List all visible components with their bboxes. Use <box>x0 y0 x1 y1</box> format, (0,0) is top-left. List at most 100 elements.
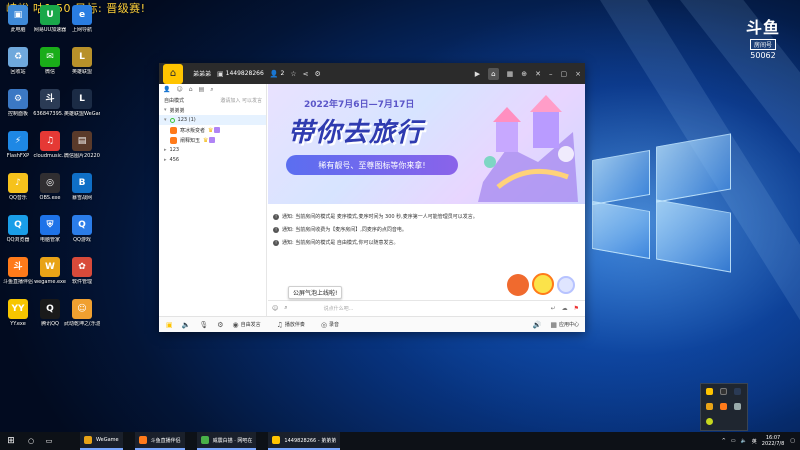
app-bottom-bar: ▣ 🔈 🎙 ⚙ ◉ 自由发言 ♫ 播放伴奏 ◎ 录音 🔊 ▦ 应用中心 <box>159 316 585 332</box>
tray-display-icon[interactable] <box>734 403 741 410</box>
desktop-icon[interactable]: ♫ cloudmusic... <box>32 131 68 159</box>
task-view-icon[interactable]: ▭ <box>40 432 58 450</box>
sidebar-tab-icon[interactable]: ▤ <box>199 86 205 93</box>
tray-obs-icon[interactable] <box>720 388 727 395</box>
desktop-icon[interactable]: L 英雄联盟 <box>64 47 100 75</box>
channel-item[interactable]: 寒冰叛变者 ♛ <box>159 125 266 135</box>
tray-yy-icon[interactable] <box>706 388 713 395</box>
tray-wegame-icon[interactable] <box>706 403 713 410</box>
play-music-button[interactable]: ♫ 播放伴奏 <box>277 321 305 329</box>
speaker-icon[interactable]: 🔈 <box>182 321 193 329</box>
channel-item[interactable]: ▾ 123 (1) <box>159 115 266 125</box>
desktop-icon[interactable]: ☺ 武动乾坤之(乐游电脑版) <box>64 299 100 327</box>
desktop-icon[interactable]: U 网易UU加速器 <box>32 5 68 33</box>
taskbar-app-icon <box>200 436 209 444</box>
share-icon[interactable]: ⋖ <box>303 70 309 78</box>
activity-icon[interactable] <box>557 276 575 294</box>
sidebar-tab-icon[interactable]: ⌂ <box>189 86 193 93</box>
desktop-icon[interactable]: ⛨ 电脑管家 <box>32 215 68 243</box>
home-icon[interactable]: ⌂ <box>488 67 499 80</box>
minimize-icon[interactable]: – <box>549 70 553 78</box>
settings-small-icon[interactable]: ⚙ <box>217 321 225 329</box>
taskbar-app-button[interactable]: 1449828266 - 弟弟弟 <box>268 432 341 450</box>
expand-icon[interactable]: ▸ <box>164 147 167 153</box>
desktop-icon[interactable]: ✉ 微信 <box>32 47 68 75</box>
desktop-icon[interactable]: 斗 636847395... <box>32 89 68 117</box>
channel-item[interactable]: ▸ 456 <box>159 155 266 165</box>
search-icon[interactable]: ⌕ <box>284 304 287 312</box>
tray-app-icon[interactable] <box>706 418 713 425</box>
record-button[interactable]: ◎ 录音 <box>321 321 339 329</box>
app-titlebar[interactable]: ⌂ 弟弟弟 ▣ 1449828266 👤 2 ☆ ⋖ ⚙ ▶ ⌂ ▦ ⊕ ✕ –… <box>159 63 585 84</box>
clock[interactable]: 16:07 2022/7/8 <box>762 435 784 447</box>
chat-input[interactable]: 说点什么吧... <box>324 305 551 312</box>
channel-item[interactable]: ▸ 123 <box>159 145 266 155</box>
yy-voice-app-window: ⌂ 弟弟弟 ▣ 1449828266 👤 2 ☆ ⋖ ⚙ ▶ ⌂ ▦ ⊕ ✕ –… <box>159 63 585 332</box>
restore-icon[interactable]: ▢ <box>561 70 568 78</box>
desktop-icon[interactable]: B 暴雪战网 <box>64 173 100 201</box>
video-icon[interactable]: ▶ <box>475 70 480 78</box>
mute-icon[interactable]: ✕ <box>535 70 541 78</box>
taskbar-app-button[interactable]: WeGame <box>80 432 123 450</box>
expand-icon[interactable]: ▾ <box>164 117 167 123</box>
taskbar-app-button[interactable]: 威震白描 · 网吧在 <box>196 432 257 450</box>
desktop-icon[interactable]: Q 腾讯QQ <box>32 299 68 327</box>
channel-item[interactable]: ▾ 弟弟弟 <box>159 105 266 115</box>
desktop-icon[interactable]: 斗斗鱼直播伴侣 <box>0 257 36 285</box>
channel-item[interactable]: 自由模式 邀请加入 可以发言 <box>159 95 266 105</box>
app-center-button[interactable]: ▦ 应用中心 <box>550 321 579 329</box>
desktop-icon[interactable]: YY YY.exe <box>0 299 36 327</box>
send-icon[interactable]: ↵ <box>551 305 556 312</box>
sidebar-tab-icon[interactable]: ⌕ <box>210 86 213 94</box>
sidebar-tab-icon[interactable]: 👤 <box>163 86 170 93</box>
flag-icon[interactable]: ⚑ <box>574 305 579 312</box>
gift-icon[interactable] <box>507 274 529 296</box>
lol-wegame-icon: L <box>72 89 92 109</box>
desktop-icon[interactable]: ⚡ FlashFXP <box>0 131 36 159</box>
fan-badge-icon[interactable] <box>532 273 554 295</box>
notification-icon[interactable]: ▢ <box>790 438 795 444</box>
tray-douyu-icon[interactable] <box>720 403 727 410</box>
channel-item-label: 456 <box>169 157 180 163</box>
desktop-icon[interactable]: Q QQ游戏 <box>64 215 100 243</box>
desktop-icon[interactable]: L 英雄联盟WeGame版 <box>64 89 100 117</box>
grid-icon[interactable]: ▦ <box>507 70 514 78</box>
channel-item[interactable]: 阐释知玉 ♛ <box>159 135 266 145</box>
desktop-icon[interactable]: Wwegame.exe <box>32 257 68 285</box>
expand-icon[interactable]: ▸ <box>164 157 167 163</box>
tray-up-icon[interactable]: ^ <box>722 438 726 444</box>
free-talk-button[interactable]: ◉ 自由发言 <box>233 321 261 329</box>
desktop-icon[interactable]: ⚙ 控制面板 <box>0 89 36 117</box>
search-taskbar-icon[interactable]: ○ <box>22 432 40 450</box>
mic-icon[interactable]: 🎙 <box>199 321 210 329</box>
volume-tray-icon[interactable]: 🔈 <box>741 438 747 444</box>
desktop-icon[interactable]: ▤ 微信图片20220607... <box>64 131 100 159</box>
desktop-icon[interactable]: ◎ OBS.exe <box>32 173 68 201</box>
system-tray: ^ ▭ 🔈 英 16:07 2022/7/8 ▢ <box>722 432 800 450</box>
avatar[interactable]: ▣ <box>166 321 175 329</box>
star-icon[interactable]: ☆ <box>290 70 296 78</box>
emoji-icon[interactable]: ☺ <box>272 305 278 312</box>
chat-bubble-icon[interactable]: ☁ <box>562 305 568 312</box>
sidebar-tab-icon[interactable]: ☺ <box>176 86 182 93</box>
gamepad-icon[interactable]: ⊕ <box>521 70 527 78</box>
network-icon[interactable]: ▭ <box>731 438 736 444</box>
promo-banner[interactable]: 2022年7月6日—7月17日 带你去旅行 稀有靓号、至尊图标等你来拿! <box>268 84 585 204</box>
desktop-icon[interactable]: Q QQ浏览器 <box>0 215 36 243</box>
desktop-icon-label: 回收站 <box>10 69 26 75</box>
ime-indicator[interactable]: 英 <box>752 438 757 445</box>
desktop-icon[interactable]: ▣ 此电脑 <box>0 5 36 33</box>
expand-icon[interactable]: ▾ <box>164 107 167 113</box>
tray-network-icon[interactable] <box>734 388 741 395</box>
volume-icon[interactable]: 🔊 <box>533 321 544 329</box>
windows-start-icon[interactable]: ⊞ <box>0 432 22 450</box>
taskbar-app-button[interactable]: 斗鱼直播伴侣 <box>134 432 185 450</box>
desktop-icon[interactable]: ♪ QQ音乐 <box>0 173 36 201</box>
desktop-icon[interactable]: ✿ 软件管理 <box>64 257 100 285</box>
desktop-icon[interactable]: ♻ 回收站 <box>0 47 36 75</box>
app-center[interactable]: 🔊 ▦ 应用中心 <box>526 321 579 329</box>
home-logo-icon[interactable]: ⌂ <box>163 63 183 84</box>
close-icon[interactable]: × <box>575 70 581 78</box>
desktop-icon[interactable]: e 上网导航 <box>64 5 100 33</box>
settings-icon[interactable]: ⚙ <box>315 70 321 78</box>
